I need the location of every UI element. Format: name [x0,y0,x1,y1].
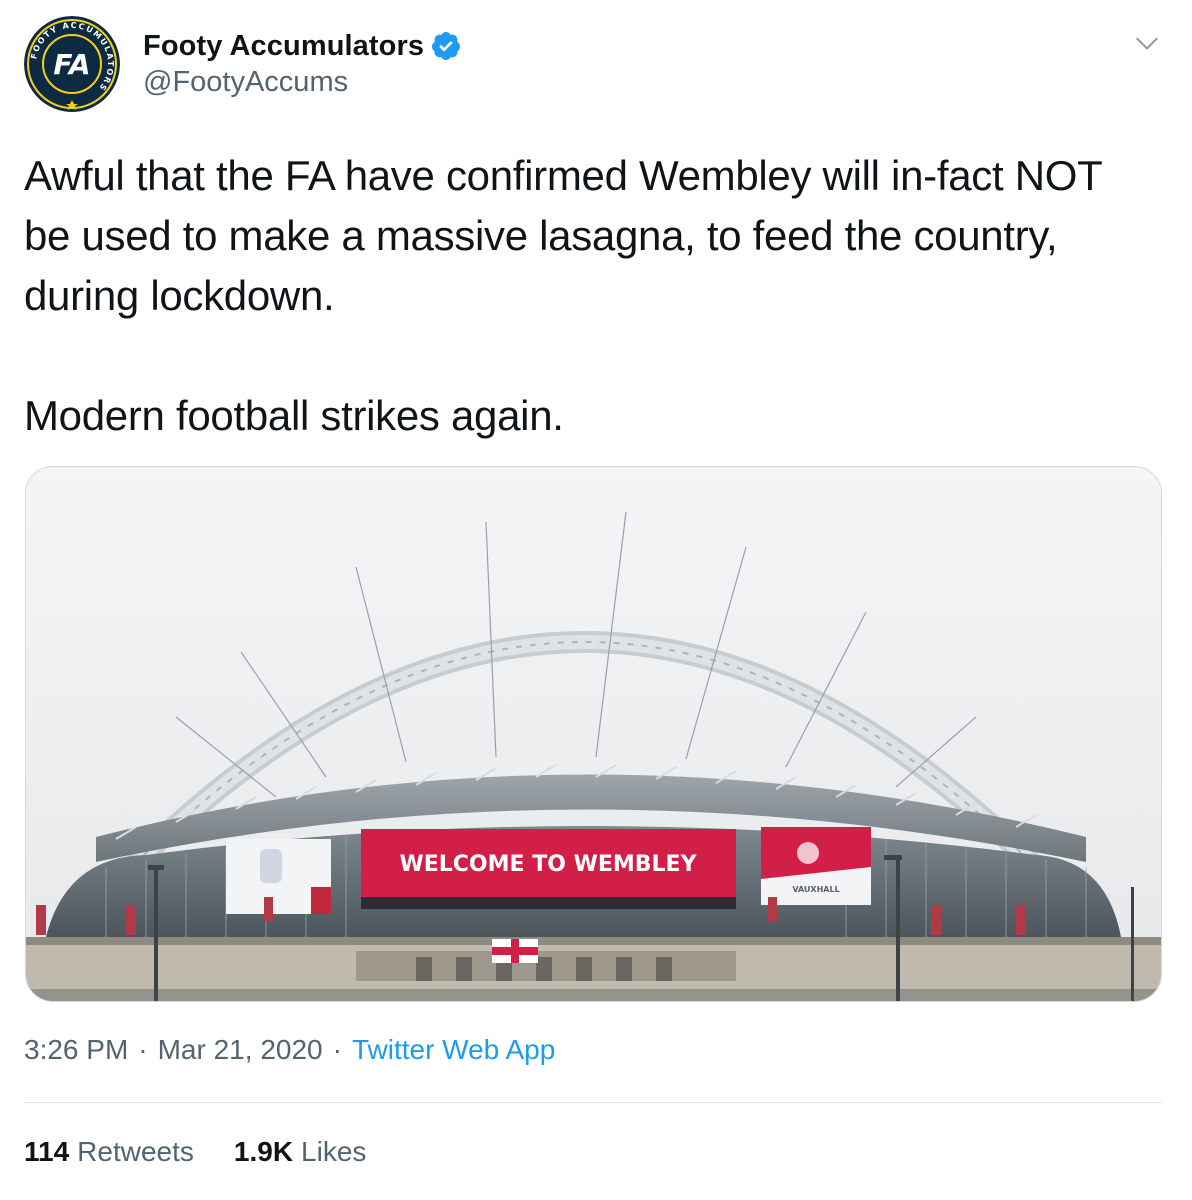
retweets-stat[interactable]: 114 Retweets [24,1136,194,1168]
retweets-label: Retweets [77,1136,194,1167]
tweet: FOOTY ACCUMULATORS FA Footy Accumulators… [0,0,1192,1200]
tweet-source-link[interactable]: Twitter Web App [352,1034,555,1066]
tweet-date[interactable]: Mar 21, 2020 [158,1034,323,1066]
tweet-stats: 114 Retweets 1.9K Likes [24,1136,366,1168]
likes-label: Likes [301,1136,367,1167]
media-screen-text: WELCOME TO WEMBLEY [399,852,697,877]
likes-count: 1.9K [233,1136,294,1167]
meta-separator-2: · [332,1034,342,1065]
display-name[interactable]: Footy Accumulators [143,30,424,63]
user-block: Footy Accumulators @FootyAccums [143,26,462,99]
tweet-meta: 3:26 PM · Mar 21, 2020 · Twitter Web App [24,1034,555,1066]
tweet-text: Awful that the FA have confirmed Wembley… [24,152,1102,439]
avatar[interactable]: FOOTY ACCUMULATORS FA [24,16,120,112]
user-handle[interactable]: @FootyAccums [143,66,462,99]
tweet-media-image[interactable]: WELCOME TO WEMBLEY VAUXHALL [25,466,1162,1002]
verified-badge-icon [430,30,462,62]
chevron-down-icon[interactable] [1134,30,1160,56]
likes-stat[interactable]: 1.9K Likes [234,1136,367,1168]
divider [24,1102,1162,1103]
meta-separator: · [138,1034,148,1065]
tweet-time[interactable]: 3:26 PM [24,1034,128,1066]
avatar-monogram: FA [53,48,90,81]
media-right-screen-text: VAUXHALL [792,885,839,894]
retweets-count: 114 [24,1136,70,1167]
